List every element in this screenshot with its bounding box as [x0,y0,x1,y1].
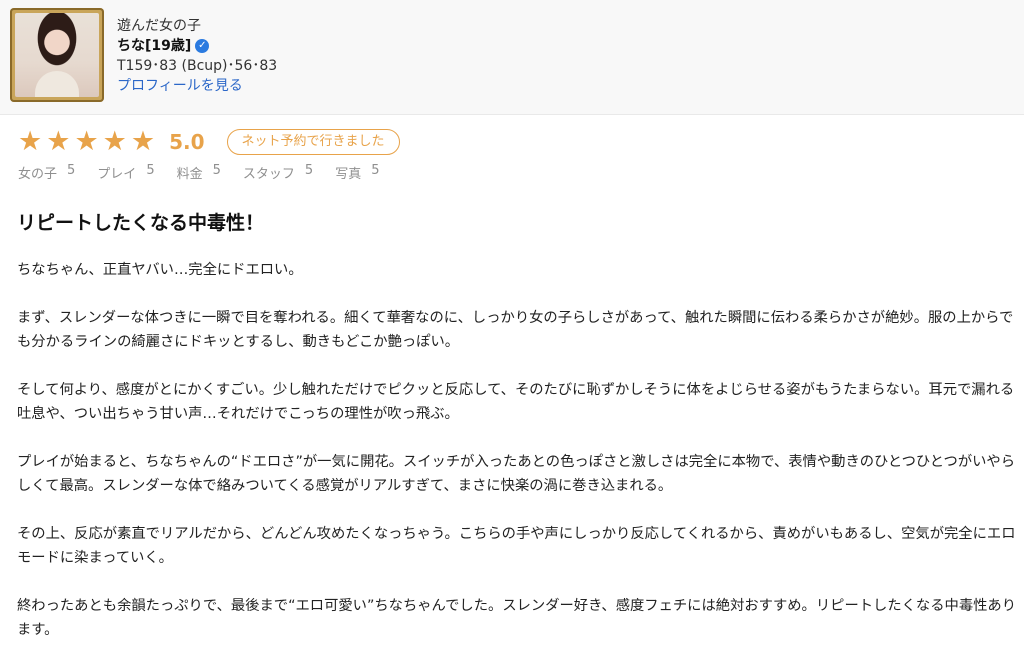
name-row: ちな[19歳] ✓ [117,36,277,56]
header-caption: 遊んだ女の子 [117,18,201,34]
subscore-label: 写真 [335,167,362,182]
subscore-item: 写真 5 [335,163,379,182]
subscore-label: スタッフ [242,167,295,182]
subscore-value: 5 [146,163,155,178]
star-icon: ★ [130,126,156,157]
subscore-value: 5 [304,163,314,178]
subscore-label: プレイ [97,167,137,182]
girl-name[interactable]: ちな[19歳] [117,36,191,56]
rating-row: ★ ★ ★ ★ ★ 5.0 ネット予約で行きました [18,127,400,157]
subscore-value: 5 [371,163,380,178]
subscore-label: 料金 [176,167,203,182]
subscore-value: 5 [67,163,76,178]
review-paragraph: その上、反応が素直でリアルだから、どんどん攻めたくなっちゃう。こちらの手や声にし… [17,526,1016,566]
star-icon: ★ [46,126,71,157]
review-paragraph: ちなちゃん、正直ヤバい…完全にドエロい。 [17,262,303,278]
review-body: ちなちゃん、正直ヤバい…完全にドエロい。まず、スレンダーな体つきに一瞬で目を奪わ… [17,258,1017,666]
rating-score: 5.0 [169,130,205,154]
avatar[interactable] [10,8,104,102]
girl-stats: T159･83 (Bcup)･56･83 [117,58,278,74]
subscore-item: プレイ 5 [97,163,154,182]
star-rating: ★ ★ ★ ★ ★ [18,127,155,157]
subscore-item: 女の子 5 [18,163,75,182]
review-paragraph: そして何より、感度がとにかくすごい。少し触れただけでピクッと反応して、そのたびに… [17,382,1015,422]
subscore-label: 女の子 [18,167,58,182]
profile-link[interactable]: プロフィールを見る [117,78,243,94]
review-paragraph: 終わったあとも余韻たっぷりで、最後まで“エロ可愛い”ちなちゃんでした。スレンダー… [17,598,1017,638]
review-title: リピートしたくなる中毒性！ [17,212,265,234]
avatar-photo [15,13,99,97]
star-icon: ★ [18,126,43,157]
review-paragraph: プレイが始まると、ちなちゃんの“ドエロさ”が一気に開花。スイッチが入ったあとの色… [17,454,1016,494]
review-paragraph: まず、スレンダーな体つきに一瞬で目を奪われる。細くて華奢なのに、しっかり女の子ら… [17,310,1014,350]
subscore-item: スタッフ 5 [243,163,313,182]
girl-header: 遊んだ女の子 ちな[19歳] ✓ T159･83 (Bcup)･56･83 プロ… [0,0,1024,115]
verified-check-icon: ✓ [195,39,210,53]
girl-info: 遊んだ女の子 ちな[19歳] ✓ T159･83 (Bcup)･56･83 プロ… [117,16,277,96]
reservation-badge: ネット予約で行きました [226,129,400,155]
subscore-value: 5 [212,163,221,178]
subscores: 女の子 5 プレイ 5 料金 5 スタッフ 5 写真 5 [18,163,379,182]
star-icon: ★ [74,126,99,157]
subscore-item: 料金 5 [177,163,221,182]
star-icon: ★ [102,126,127,157]
